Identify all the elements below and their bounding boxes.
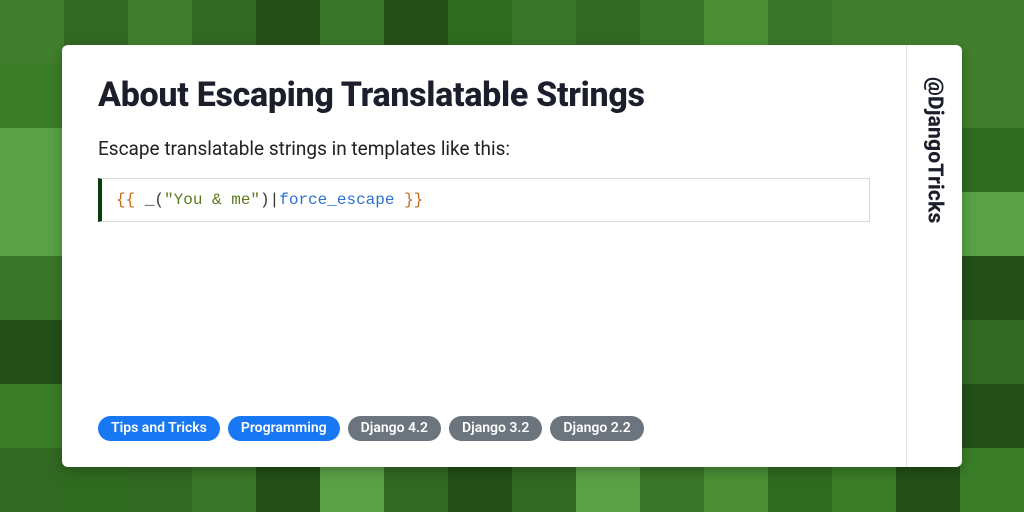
tag-row: Tips and Tricks Programming Django 4.2 Djan… — [98, 416, 870, 441]
code-token-func: _( — [145, 191, 164, 209]
lead-text: Escape translatable strings in templates… — [98, 137, 870, 160]
code-token-filter: force_escape — [279, 191, 394, 209]
tag-tips-and-tricks[interactable]: Tips and Tricks — [98, 416, 220, 441]
code-token-string: "You & me" — [164, 191, 260, 209]
code-token-pipe: | — [270, 191, 280, 209]
tag-django-4-2[interactable]: Django 4.2 — [348, 416, 441, 441]
code-token-open: {{ — [116, 191, 145, 209]
page-title: About Escaping Translatable Strings — [98, 75, 870, 115]
code-token-close: }} — [394, 191, 423, 209]
code-block: {{ _("You & me")|force_escape }} — [98, 178, 870, 222]
sidebar: @DjangoTricks — [906, 45, 962, 467]
tag-django-3-2[interactable]: Django 3.2 — [449, 416, 542, 441]
main-column: About Escaping Translatable Strings Esca… — [62, 45, 906, 467]
tag-django-2-2[interactable]: Django 2.2 — [550, 416, 643, 441]
content-card: About Escaping Translatable Strings Esca… — [62, 45, 962, 467]
author-handle: @DjangoTricks — [923, 77, 947, 224]
tag-programming[interactable]: Programming — [228, 416, 340, 441]
code-token-func-close: ) — [260, 191, 270, 209]
